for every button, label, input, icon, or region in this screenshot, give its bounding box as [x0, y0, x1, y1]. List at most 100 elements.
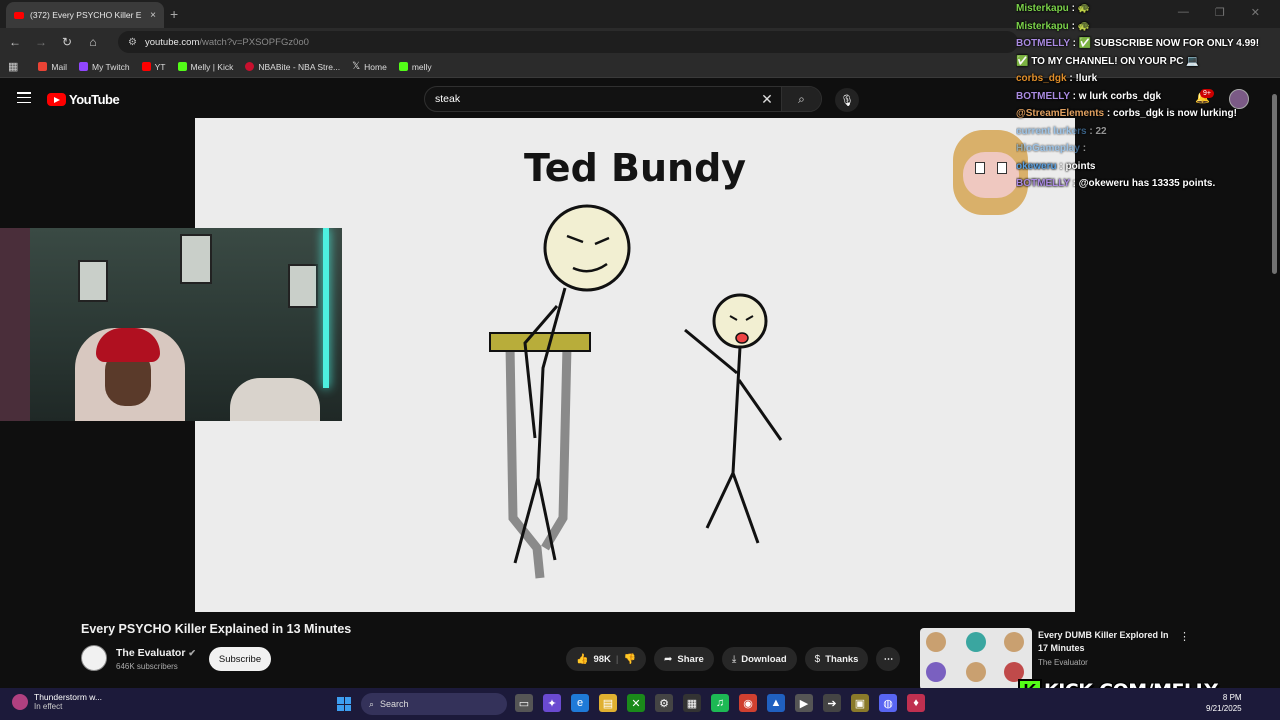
new-tab-button[interactable]: +: [170, 6, 178, 22]
chrome-icon[interactable]: ◉: [739, 694, 757, 712]
led-strip: [323, 228, 329, 388]
subscriber-count: 646K subscribers: [116, 662, 178, 671]
url-host: youtube.com: [144, 36, 200, 48]
more-icon: ⋯: [883, 653, 894, 665]
chat-username: current lurkers: [1016, 125, 1087, 137]
file-explorer-icon[interactable]: ▤: [599, 694, 617, 712]
chat-text: : ✅ SUBSCRIBE NOW FOR ONLY 4.99!: [1069, 38, 1260, 49]
video-title: Every PSYCHO Killer Explained in 13 Minu…: [81, 622, 352, 636]
xbox-icon[interactable]: ✕: [627, 694, 645, 712]
kick-icon: [177, 62, 187, 71]
video-actions: 👍 98K | 👎 ➦ Share ⤓ Download $ Thanks ⋯: [566, 647, 901, 671]
steam-icon[interactable]: ⚙: [655, 694, 673, 712]
store-icon[interactable]: ▦: [683, 694, 701, 712]
thanks-icon: $: [814, 653, 821, 665]
gmail-icon: [38, 62, 48, 71]
channel-name[interactable]: The Evaluator ✔: [116, 647, 196, 659]
youtube-play-icon: [47, 93, 66, 106]
chat-text: : w lurk corbs_dgk: [1069, 90, 1162, 102]
channel-avatar[interactable]: [81, 645, 107, 671]
bookmark-mail[interactable]: Mail: [38, 62, 67, 72]
victim-body: [684, 328, 783, 544]
bookmark-yt[interactable]: YT: [141, 62, 166, 72]
subscribe-button[interactable]: Subscribe: [209, 647, 271, 671]
streamer-durag: [96, 328, 160, 362]
download-button[interactable]: ⤓ Download: [721, 647, 797, 671]
chat-text: :: [1079, 143, 1087, 154]
chat-username: BOTMELLY: [1016, 90, 1070, 102]
chat-username: BOTMELLY: [1016, 38, 1070, 49]
stream-chat-overlay: Misterkapu : 🐢 Misterkapu : 🐢 BOTMELLY : ✅…: [1016, 0, 1280, 193]
app-icon-3[interactable]: ♦: [907, 694, 925, 712]
bookmark-twitch[interactable]: My Twitch: [79, 62, 130, 72]
download-icon: ⤓: [731, 653, 737, 665]
related-menu-icon[interactable]: ⋮: [1179, 630, 1190, 643]
tab-title: (372) Every PSYCHO Killer E: [30, 10, 142, 20]
chat-message: ✅ TO MY CHANNEL! ON YOUR PC 💻: [1016, 53, 1280, 71]
youtube-logo[interactable]: YouTube: [47, 92, 120, 107]
site-info-icon[interactable]: ⚙: [128, 37, 137, 48]
victim-mouth: [735, 332, 749, 344]
bookmark-nbabite[interactable]: NBABite - NBA Stre...: [245, 62, 340, 72]
weather-widget[interactable]: Thunderstorm w... In effect: [12, 692, 102, 711]
thumbs-down-icon[interactable]: 👎: [624, 654, 636, 665]
chat-text: : @okeweru has 13335 points.: [1069, 178, 1216, 189]
streamer-legs: [230, 378, 320, 421]
voice-search-button[interactable]: 🎙: [835, 88, 859, 112]
clear-search-icon[interactable]: ✕: [753, 91, 781, 108]
media-player-icon[interactable]: ▶: [795, 694, 813, 712]
tab-close-icon[interactable]: ×: [150, 10, 156, 21]
related-thumbnail[interactable]: [920, 628, 1032, 690]
wall-poster: [78, 260, 108, 302]
reload-icon[interactable]: ↻: [60, 35, 74, 49]
menu-icon[interactable]: [17, 92, 31, 103]
app-icon[interactable]: ➔: [823, 694, 841, 712]
task-view-icon[interactable]: ▭: [515, 694, 533, 712]
system-clock[interactable]: 8 PM 9/21/2025: [1206, 692, 1242, 714]
chat-username: Misterkapu: [1016, 3, 1069, 14]
chat-message: current lurkers : 22: [1016, 123, 1280, 141]
spotify-icon[interactable]: ♫: [711, 694, 729, 712]
youtube-wordmark: YouTube: [69, 92, 120, 107]
chat-username: okeweru: [1016, 160, 1057, 172]
windows-start-icon[interactable]: [337, 697, 351, 711]
back-icon[interactable]: ←: [8, 35, 22, 49]
related-title: Every DUMB Killer Explored In 17 Minutes: [1038, 630, 1169, 653]
bookmark-kick[interactable]: Melly | Kick: [177, 62, 233, 72]
like-button[interactable]: 👍 98K | 👎: [566, 647, 647, 671]
bookmark-x-home[interactable]: 𝕏 Home: [352, 61, 387, 72]
search-button[interactable]: ⌕: [781, 87, 821, 111]
bookmark-melly[interactable]: melly: [398, 62, 432, 72]
chat-text: : 🐢: [1068, 3, 1091, 14]
copilot-icon[interactable]: ✦: [543, 694, 561, 712]
discord-icon[interactable]: ◍: [879, 694, 897, 712]
browser-tab-youtube[interactable]: (372) Every PSYCHO Killer E ×: [6, 2, 164, 28]
microphone-icon: 🎙: [840, 94, 854, 107]
edge-icon[interactable]: e: [571, 694, 589, 712]
kick-icon: [398, 62, 408, 71]
search-icon: ⌕: [369, 698, 375, 709]
youtube-favicon-icon: [14, 11, 24, 19]
bundy-head: [543, 204, 631, 292]
page-scrollbar[interactable]: [1271, 82, 1278, 682]
forward-icon[interactable]: →: [34, 35, 48, 49]
thumbs-up-icon: 👍: [576, 653, 589, 665]
more-actions-button[interactable]: ⋯: [876, 647, 901, 671]
chat-message: BOTMELLY : ✅ SUBSCRIBE NOW FOR ONLY 4.99…: [1016, 35, 1280, 53]
apps-grid-icon[interactable]: ▦: [8, 60, 18, 73]
twitch-icon: [79, 62, 88, 71]
chat-message: Misterkapu : 🐢: [1016, 18, 1280, 36]
scrollbar-thumb[interactable]: [1272, 94, 1277, 274]
home-icon[interactable]: ⌂: [86, 35, 100, 49]
share-button[interactable]: ➦ Share: [654, 647, 714, 671]
taskbar-search[interactable]: ⌕ Search: [361, 693, 507, 715]
photos-icon[interactable]: ▲: [767, 694, 785, 712]
x-icon: 𝕏: [352, 61, 361, 72]
search-input[interactable]: steak: [435, 93, 753, 105]
thanks-button[interactable]: $ Thanks: [804, 647, 869, 671]
search-box[interactable]: steak ✕ ⌕: [424, 86, 822, 112]
wall-poster: [288, 264, 318, 308]
app-icon-2[interactable]: ▣: [851, 694, 869, 712]
url-field[interactable]: ⚙ youtube.com /watch?v=PXSOPFGz0o0: [118, 31, 1018, 53]
chat-text: : 22: [1086, 125, 1107, 137]
